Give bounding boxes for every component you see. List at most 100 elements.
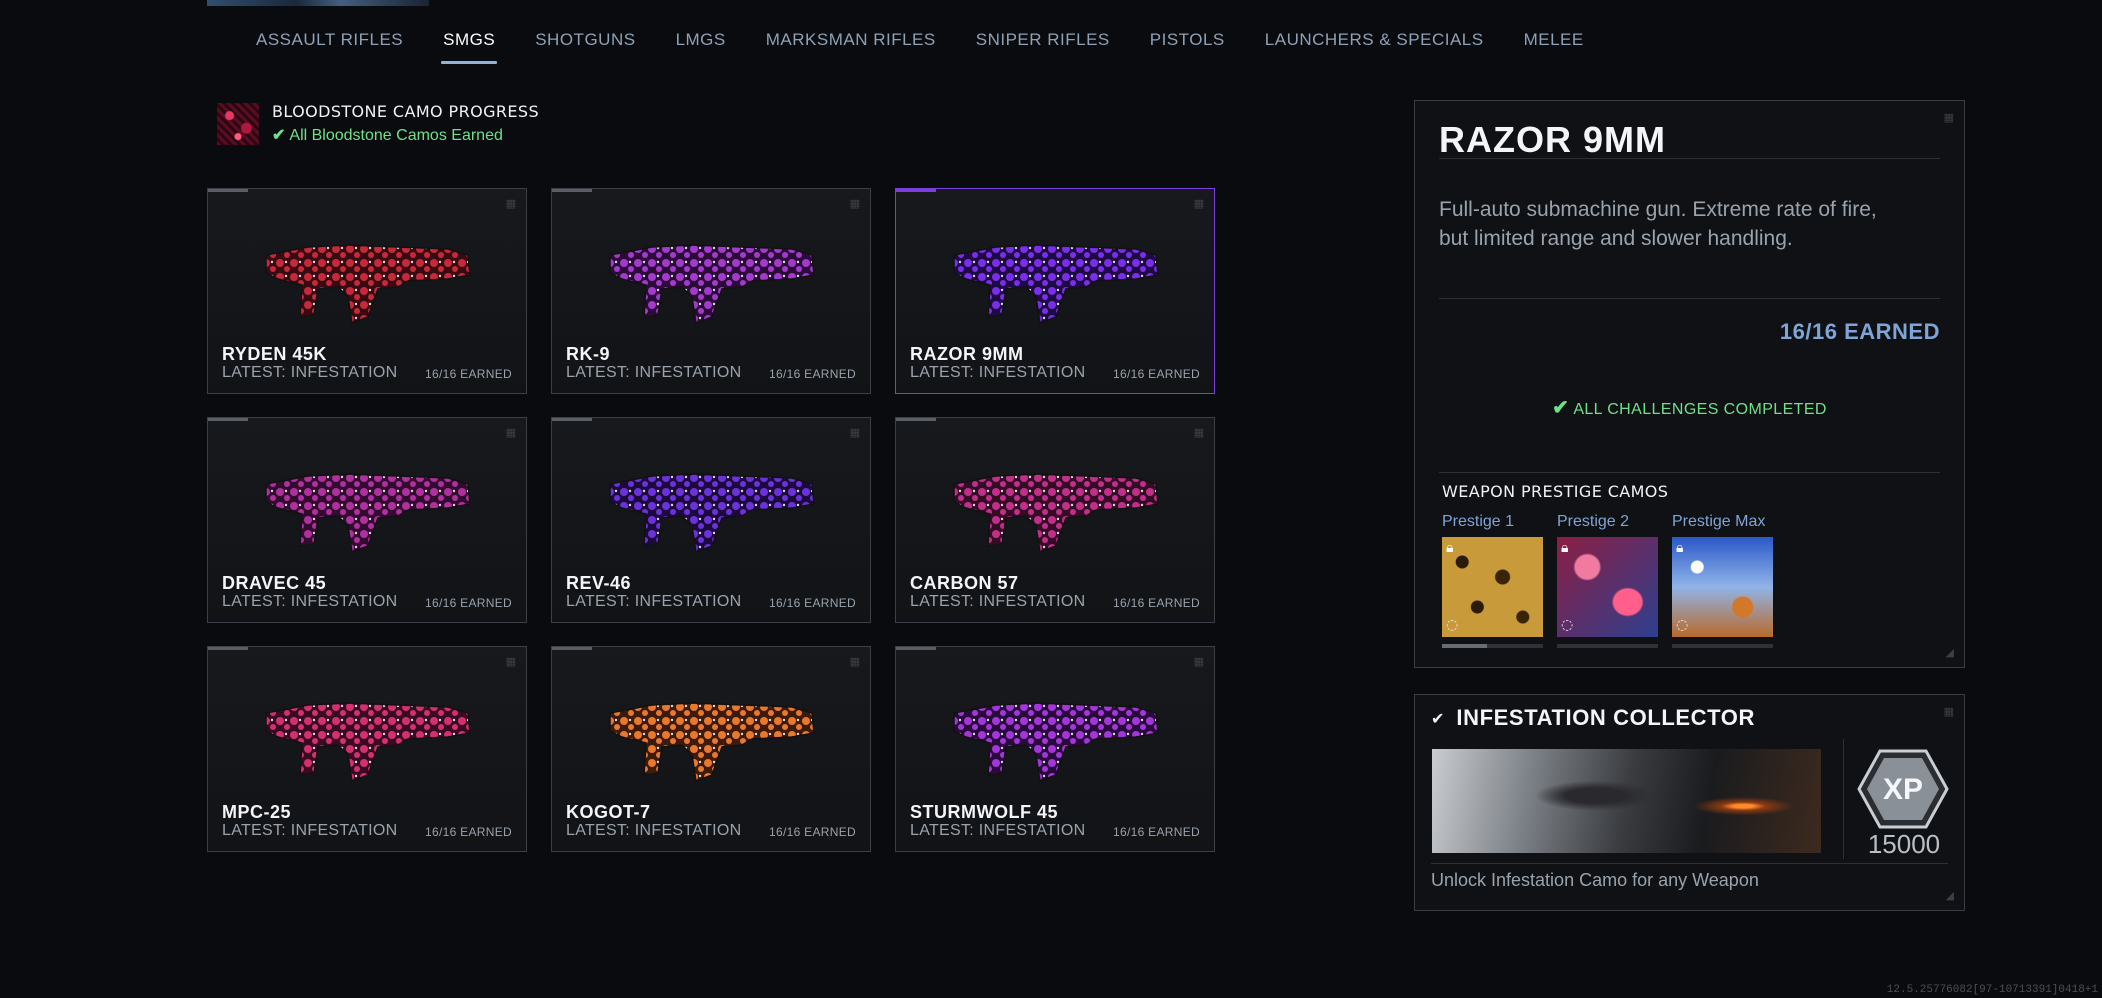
prestige-camo-1[interactable]: Prestige 1 🔒︎ ◌ (1442, 513, 1543, 648)
xp-label: XP (1883, 773, 1923, 806)
weapon-category-tabs: ASSAULT RIFLES SMGS SHOTGUNS LMGS MARKSM… (256, 30, 1624, 64)
weapon-latest-camo: LATEST: INFESTATION (910, 593, 1086, 610)
weapon-latest-camo: LATEST: INFESTATION (222, 822, 398, 839)
top-banner-strip (207, 0, 429, 6)
weapon-earned-count: 16/16 EARNED (425, 367, 512, 381)
corner-mark-icon: ▦ (505, 655, 516, 668)
tab-smgs[interactable]: SMGS (441, 30, 498, 64)
prestige-camos: Prestige 1 🔒︎ ◌ Prestige 2 🔒︎ ◌ Prestige… (1442, 513, 1787, 648)
weapon-card[interactable]: ▦ KOGOT-7 LATEST: INFESTATION 16/16 EARNED (551, 646, 871, 852)
card-progress-tick (208, 647, 248, 650)
divider (1431, 863, 1948, 864)
weapon-description: Full-auto submachine gun. Extreme rate o… (1439, 198, 1877, 250)
card-progress-tick (552, 418, 592, 421)
reward-description: Unlock Infestation Camo for any Weapon (1431, 870, 1759, 890)
reward-title: INFESTATION COLLECTOR (1456, 705, 1755, 730)
card-progress-tick (896, 647, 936, 650)
weapon-latest-camo: LATEST: INFESTATION (566, 822, 742, 839)
tab-marksman-rifles[interactable]: MARKSMAN RIFLES (766, 30, 936, 64)
corner-mark-icon: ▦ (849, 655, 860, 668)
weapon-earned-count: 16/16 EARNED (1113, 825, 1200, 839)
progress-ring-icon: ◌ (1676, 617, 1689, 633)
prestige-progress-bar (1672, 644, 1773, 648)
card-progress-tick (896, 189, 936, 192)
card-progress-tick (208, 189, 248, 192)
tab-launchers-specials[interactable]: LAUNCHERS & SPECIALS (1265, 30, 1484, 64)
weapon-image (609, 702, 815, 783)
camo-progress-status-text: All Bloodstone Camos Earned (289, 127, 503, 144)
check-icon: ✔ (272, 127, 286, 144)
tab-melee[interactable]: MELEE (1524, 30, 1584, 64)
lock-icon: 🔒︎ (1446, 540, 1454, 556)
weapon-image (609, 244, 815, 325)
prestige-progress-bar (1442, 644, 1543, 648)
tab-pistols[interactable]: PISTOLS (1150, 30, 1225, 64)
prestige-label: Prestige Max (1672, 513, 1766, 530)
weapon-card[interactable]: ▦ CARBON 57 LATEST: INFESTATION 16/16 EARNE… (895, 417, 1215, 623)
weapon-name: RAZOR 9MM (910, 344, 1024, 364)
weapon-image (265, 244, 471, 325)
weapon-image (953, 473, 1159, 554)
weapon-earned-count: 16/16 EARNED (1779, 319, 1940, 344)
tab-lmgs[interactable]: LMGS (676, 30, 726, 64)
card-progress-tick (208, 418, 248, 421)
card-progress-tick (552, 647, 592, 650)
weapon-earned-count: 16/16 EARNED (1113, 367, 1200, 381)
corner-mark-icon: ▦ (849, 197, 860, 210)
camo-progress-title: BLOODSTONE CAMO PROGRESS (272, 102, 540, 121)
weapon-earned-count: 16/16 EARNED (425, 596, 512, 610)
weapon-detail-panel: ▦ RAZOR 9MM Full-auto submachine gun. Ex… (1414, 100, 1965, 668)
weapon-name: STURMWOLF 45 (910, 802, 1058, 822)
weapon-card[interactable]: ▦ REV-46 LATEST: INFESTATION 16/16 EARNED (551, 417, 871, 623)
prestige-progress-fill (1442, 644, 1488, 648)
check-icon: ✔ (1552, 397, 1570, 419)
weapon-latest-camo: LATEST: INFESTATION (566, 364, 742, 381)
corner-mark-icon: ▦ (1193, 426, 1204, 439)
reward-header: ✔ INFESTATION COLLECTOR (1431, 705, 1755, 731)
prestige-camo-swatch: 🔒︎ ◌ (1557, 537, 1658, 637)
build-version: 12.5.25776082[97-10713391]0418+1 (1886, 984, 2098, 996)
card-progress-tick (552, 189, 592, 192)
tab-sniper-rifles[interactable]: SNIPER RIFLES (976, 30, 1110, 64)
corner-resize-icon: ◢ (1945, 646, 1954, 659)
corner-mark-icon: ▦ (505, 197, 516, 210)
weapon-latest-camo: LATEST: INFESTATION (222, 593, 398, 610)
prestige-camo-swatch: 🔒︎ ◌ (1672, 537, 1773, 637)
weapon-latest-camo: LATEST: INFESTATION (910, 822, 1086, 839)
progress-ring-icon: ◌ (1561, 617, 1574, 633)
weapon-name: KOGOT-7 (566, 802, 651, 822)
reward-card[interactable]: ✔ INFESTATION COLLECTOR ▦ XP 15000 Unloc… (1414, 694, 1965, 911)
check-icon: ✔ (1431, 708, 1445, 728)
weapon-earned-count: 16/16 EARNED (1113, 596, 1200, 610)
prestige-label: Prestige 1 (1442, 513, 1515, 530)
weapon-card[interactable]: ▦ RK-9 LATEST: INFESTATION 16/16 EARNED (551, 188, 871, 394)
prestige-label: Prestige 2 (1557, 513, 1630, 530)
tab-assault-rifles[interactable]: ASSAULT RIFLES (256, 30, 403, 64)
corner-mark-icon: ▦ (1193, 197, 1204, 210)
weapon-card[interactable]: ▦ DRAVEC 45 LATEST: INFESTATION 16/16 EARNE… (207, 417, 527, 623)
weapon-latest-camo: LATEST: INFESTATION (566, 593, 742, 610)
corner-mark-icon: ▦ (849, 426, 860, 439)
divider (1439, 472, 1940, 473)
challenges-complete: ✔ ALL CHALLENGES COMPLETED (1415, 395, 1964, 420)
weapon-latest-camo: LATEST: INFESTATION (222, 364, 398, 381)
camo-progress-status: ✔ All Bloodstone Camos Earned (272, 125, 539, 145)
weapon-name: RYDEN 45K (222, 344, 327, 364)
lock-icon: 🔒︎ (1561, 540, 1569, 556)
weapon-name: DRAVEC 45 (222, 573, 327, 593)
prestige-camo-max[interactable]: Prestige Max 🔒︎ ◌ (1672, 513, 1773, 648)
lock-icon: 🔒︎ (1676, 540, 1684, 556)
corner-mark-icon: ▦ (1943, 705, 1954, 718)
tab-shotguns[interactable]: SHOTGUNS (535, 30, 635, 64)
weapon-name: MPC-25 (222, 802, 292, 822)
progress-ring-icon: ◌ (1446, 617, 1459, 633)
weapon-card[interactable]: ▦ STURMWOLF 45 LATEST: INFESTATION 16/16 EA… (895, 646, 1215, 852)
reward-calling-card-image (1432, 749, 1821, 853)
camo-progress: BLOODSTONE CAMO PROGRESS ✔ All Bloodstone… (217, 102, 539, 145)
weapon-title: RAZOR 9MM (1439, 119, 1666, 160)
weapon-earned-count: 16/16 EARNED (769, 596, 856, 610)
weapon-card[interactable]: ▦ RYDEN 45K LATEST: INFESTATION 16/16 EARNE… (207, 188, 527, 394)
weapon-card[interactable]: ▦ MPC-25 LATEST: INFESTATION 16/16 EARNED (207, 646, 527, 852)
prestige-camo-2[interactable]: Prestige 2 🔒︎ ◌ (1557, 513, 1658, 648)
weapon-card[interactable]: ▦ RAZOR 9MM LATEST: INFESTATION 16/16 EARNE… (895, 188, 1215, 394)
